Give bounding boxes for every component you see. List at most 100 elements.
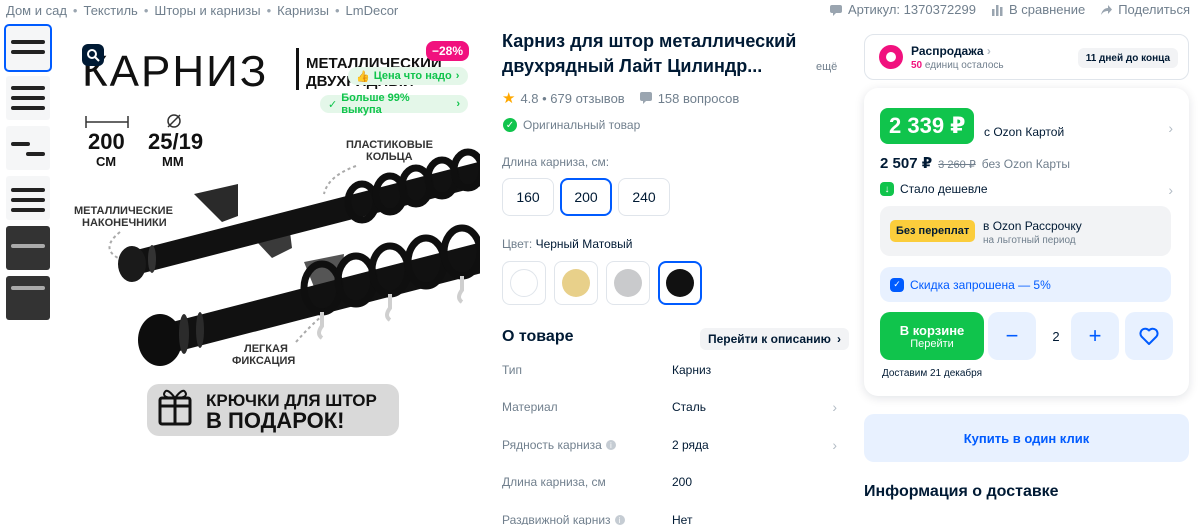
length-spec-unit: СМ (96, 154, 116, 169)
chevron-right-icon: › (456, 98, 460, 110)
go-to-description-button[interactable]: Перейти к описанию › (700, 328, 849, 350)
original-badge[interactable]: ✓ Оригинальный товар (503, 118, 640, 132)
sale-icon (879, 45, 903, 69)
breadcrumb-item[interactable]: Текстиль (83, 3, 137, 18)
in-cart-button[interactable]: В корзине Перейти (880, 312, 984, 360)
discount-badge: −28% (426, 41, 470, 61)
compare-icon (991, 4, 1003, 16)
label-tips-1: МЕТАЛЛИЧЕСКИЕ (74, 205, 173, 217)
thumbnail[interactable] (6, 76, 50, 120)
spec-row[interactable]: Материал Сталь › (502, 392, 837, 422)
discount-request[interactable]: ✓ Скидка запрошена — 5% (880, 267, 1171, 302)
diameter-spec-value: 25/19 (148, 129, 203, 154)
sale-remaining: 50 единиц осталось (911, 60, 1004, 71)
ozon-card-price-label: с Ozon Картой (984, 125, 1065, 139)
favorite-button[interactable] (1125, 312, 1173, 360)
spec-key: Рядность карниза (502, 438, 602, 452)
installment-box[interactable]: Без переплат в Ozon Рассрочку на льготны… (880, 206, 1171, 256)
in-cart-label: В корзине (899, 322, 965, 338)
gallery-thumbnails (4, 24, 52, 320)
sale-remaining-count: 50 (911, 60, 923, 71)
promo-badge-price[interactable]: 👍 Цена что надо › (348, 67, 468, 85)
color-label-value: Черный Матовый (535, 237, 633, 251)
title-more-link[interactable]: ещё (816, 61, 837, 73)
quantity-decrease-button[interactable]: − (988, 312, 1036, 360)
length-option-200[interactable]: 200 (560, 178, 612, 216)
main-product-image[interactable]: КАРНИЗ МЕТАЛЛИЧЕСКИЙ ДВУХРЯДНЫЙ 200 СМ 2… (60, 26, 480, 446)
gift-line-2: В ПОДАРОК! (206, 408, 344, 433)
info-icon[interactable]: i (605, 440, 616, 450)
delivery-date: Доставим 21 декабря (881, 368, 983, 379)
installment-badge: Без переплат (890, 220, 976, 242)
rating-text: 4.8 • 679 отзывов (520, 90, 625, 106)
sale-remaining-text: единиц осталось (924, 60, 1004, 71)
breadcrumb-item[interactable]: Карнизы (277, 3, 329, 18)
quantity-increase-button[interactable]: + (1071, 312, 1119, 360)
installment-title: в Ozon Рассрочку (983, 219, 1082, 233)
color-swatch (614, 269, 642, 297)
about-title: О товаре (502, 328, 574, 345)
discount-request-icon: ✓ (890, 277, 904, 292)
price-dropped-label: Стало дешевле (900, 182, 988, 196)
product-title: Карниз для штор металлический двухрядный… (502, 31, 797, 76)
sale-days-left: 11 дней до конца (1077, 48, 1178, 68)
color-swatch (562, 269, 590, 297)
promo-badge-label: Цена что надо (373, 70, 452, 82)
image-search-button[interactable] (82, 44, 104, 66)
spec-key: Материал (502, 400, 558, 414)
share-button[interactable]: Поделиться (1099, 2, 1190, 17)
color-option-white[interactable] (502, 261, 546, 305)
spec-row: Тип Карниз (502, 355, 837, 385)
breadcrumb-separator: • (143, 3, 149, 18)
length-spec-value: 200 (88, 129, 125, 154)
buy-one-click-button[interactable]: Купить в один клик (864, 414, 1189, 462)
article-label: Артикул: 1370372299 (847, 2, 976, 17)
color-option-silver[interactable] (606, 261, 650, 305)
spec-row: Длина карниза, см 200 (502, 467, 837, 497)
spec-value: Нет (672, 513, 693, 525)
length-option-240[interactable]: 240 (618, 178, 670, 216)
spec-value: 200 (672, 475, 693, 489)
go-to-cart-label: Перейти (910, 337, 954, 350)
ozon-card-price[interactable]: 2 339 ₽ (880, 108, 975, 144)
breadcrumb: Дом и сад • Текстиль • Шторы и карнизы • Ка… (6, 3, 398, 18)
thumbnail[interactable] (6, 176, 50, 220)
spec-value: Карниз (672, 363, 712, 377)
questions-link[interactable]: 158 вопросов (639, 90, 740, 106)
thumbnail[interactable] (6, 126, 50, 170)
rating-link[interactable]: ★ 4.8 • 679 отзывов (502, 89, 625, 107)
promo-badge-buyout[interactable]: ✓ Больше 99% выкупа › (320, 92, 468, 116)
spec-key: Длина карниза, см (502, 475, 606, 489)
breadcrumb-item[interactable]: Шторы и карнизы (154, 3, 260, 18)
thumbnail[interactable] (6, 276, 50, 320)
label-rings-2: КОЛЬЦА (366, 151, 413, 163)
color-option-black[interactable] (658, 261, 702, 305)
question-bubble-icon (639, 92, 652, 104)
spec-row[interactable]: Рядность карниза i 2 ряда › (502, 430, 837, 460)
length-option-160[interactable]: 160 (502, 178, 554, 216)
sale-card[interactable]: Распродажа › 50 единиц осталось 11 дней … (864, 34, 1189, 80)
product-illustration: КАРНИЗ МЕТАЛЛИЧЕСКИЙ ДВУХРЯДНЫЙ 200 СМ 2… (74, 47, 480, 436)
info-icon[interactable]: i (614, 515, 625, 525)
spec-key: Раздвижной карниз (502, 513, 611, 525)
old-price: 3 260 ₽ (938, 159, 976, 171)
breadcrumb-item[interactable]: Дом и сад (6, 3, 67, 18)
original-label: Оригинальный товар (523, 118, 641, 132)
installment-subtitle: на льготный период (983, 235, 1076, 246)
thumbnail[interactable] (6, 226, 50, 270)
regular-price: 2 507 ₽ (880, 155, 933, 172)
go-to-description-label: Перейти к описанию (708, 332, 831, 346)
heart-icon (1139, 327, 1159, 345)
chevron-right-icon[interactable]: › (1168, 120, 1173, 136)
article-number[interactable]: Артикул: 1370372299 (829, 2, 976, 17)
chevron-right-icon[interactable]: › (1168, 182, 1173, 198)
breadcrumb-item[interactable]: LmDecor (346, 3, 399, 18)
price-dropped[interactable]: ↓ Стало дешевле (880, 182, 988, 196)
thumbnail[interactable] (4, 24, 52, 72)
color-option-gold[interactable] (554, 261, 598, 305)
compare-button[interactable]: В сравнение (990, 2, 1085, 17)
spec-key-wrap: Рядность карниза i (502, 438, 672, 452)
spec-key: Тип (502, 363, 523, 377)
chevron-right-icon: › (986, 44, 991, 58)
questions-text: 158 вопросов (657, 90, 740, 106)
